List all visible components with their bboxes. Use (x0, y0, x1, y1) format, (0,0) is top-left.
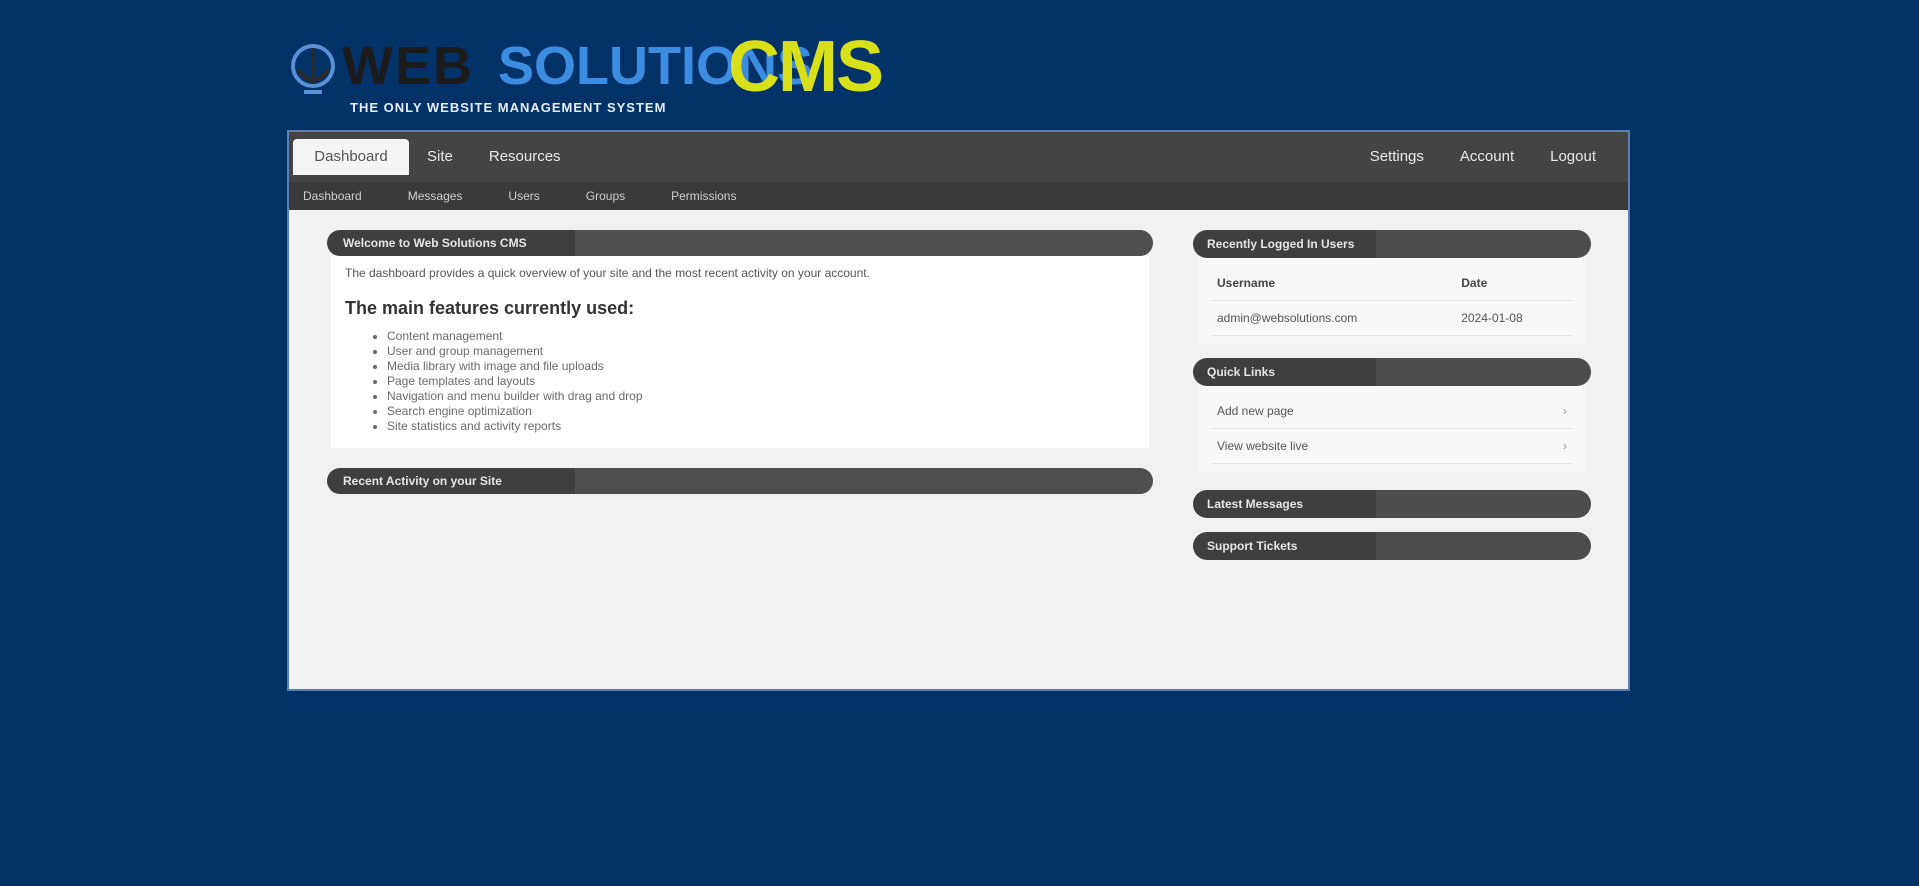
table-row[interactable]: admin@websolutions.com 2024-01-08 (1211, 300, 1573, 336)
support-tickets-header[interactable]: Support Tickets (1193, 532, 1591, 560)
welcome-panel-header[interactable]: Welcome to Web Solutions CMS (327, 230, 1153, 256)
feature-item: User and group management (387, 344, 1135, 359)
quick-link-label: Add new page (1217, 404, 1294, 418)
quick-link-label: View website live (1217, 439, 1309, 453)
feature-item: Page templates and layouts (387, 374, 1135, 389)
quick-links-body: Add new page › View website live › (1199, 386, 1585, 472)
feature-list: Content management User and group manage… (345, 329, 1135, 434)
chevron-right-icon: › (1563, 404, 1567, 418)
user-date-cell: 2024-01-08 (1455, 300, 1573, 336)
welcome-intro-text: The dashboard provides a quick overview … (345, 266, 870, 280)
nav-tab-site[interactable]: Site (409, 139, 471, 175)
quick-link-add-page[interactable]: Add new page › (1211, 394, 1573, 429)
column-header-date: Date (1455, 266, 1573, 301)
features-heading: The main features currently used: (345, 298, 635, 318)
chevron-right-icon: › (1563, 439, 1567, 453)
nav-link-logout[interactable]: Logout (1532, 139, 1614, 175)
welcome-panel: Welcome to Web Solutions CMS The dashboa… (327, 230, 1153, 448)
recent-users-table: Username Date admin@websolutions.com 202… (1211, 266, 1573, 336)
subnav-item-users[interactable]: Users (508, 189, 539, 203)
recent-users-header[interactable]: Recently Logged In Users (1193, 230, 1591, 258)
subnav-item-groups[interactable]: Groups (586, 189, 625, 203)
feature-item: Media library with image and file upload… (387, 359, 1135, 374)
activity-panel: Recent Activity on your Site (327, 468, 1153, 494)
feature-item: Navigation and menu builder with drag an… (387, 389, 1135, 404)
nav-link-account[interactable]: Account (1442, 139, 1532, 175)
nav-tab-resources[interactable]: Resources (471, 139, 579, 175)
site-logo[interactable]: WEB SOLUTIONS CMS THE ONLY WEBSITE MANAG… (290, 28, 884, 116)
nav-link-settings[interactable]: Settings (1352, 139, 1442, 175)
column-header-username: Username (1211, 266, 1456, 301)
subnav-item-dashboard[interactable]: Dashboard (303, 189, 362, 203)
sidebar: Recently Logged In Users Username Date a… (1193, 230, 1591, 574)
latest-messages-header[interactable]: Latest Messages (1193, 490, 1591, 518)
logo-word-web: WEB (342, 36, 474, 96)
sub-navigation: Dashboard Messages Users Groups Permissi… (289, 182, 1628, 210)
admin-frame: Dashboard Site Resources Settings Accoun… (287, 130, 1630, 691)
support-tickets-block: Support Tickets (1193, 532, 1591, 560)
feature-item: Search engine optimization (387, 404, 1135, 419)
subnav-item-permissions[interactable]: Permissions (671, 189, 736, 203)
main-column: Welcome to Web Solutions CMS The dashboa… (327, 230, 1153, 494)
logo-tagline: THE ONLY WEBSITE MANAGEMENT SYSTEM (350, 100, 667, 115)
recent-users-body: Username Date admin@websolutions.com 202… (1199, 258, 1585, 344)
page: WEB SOLUTIONS CMS THE ONLY WEBSITE MANAG… (0, 0, 1919, 886)
user-email-cell: admin@websolutions.com (1211, 300, 1456, 336)
activity-panel-header[interactable]: Recent Activity on your Site (327, 468, 1153, 494)
table-header-row: Username Date (1211, 266, 1573, 301)
nav-left-group: Dashboard Site Resources (293, 132, 579, 182)
quick-links-header[interactable]: Quick Links (1193, 358, 1591, 386)
latest-messages-block: Latest Messages (1193, 490, 1591, 518)
quick-links-block: Quick Links Add new page › View website … (1193, 358, 1591, 472)
globe-emblem-icon (291, 44, 335, 94)
feature-item: Content management (387, 329, 1135, 344)
nav-tab-dashboard[interactable]: Dashboard (293, 139, 409, 175)
logo-word-cms: CMS (728, 27, 884, 107)
top-navigation: Dashboard Site Resources Settings Accoun… (289, 132, 1628, 182)
welcome-panel-body: The dashboard provides a quick overview … (331, 256, 1149, 448)
nav-right-group: Settings Account Logout (1352, 132, 1614, 182)
quick-link-view-site[interactable]: View website live › (1211, 429, 1573, 464)
subnav-item-messages[interactable]: Messages (408, 189, 463, 203)
feature-item: Site statistics and activity reports (387, 419, 1135, 434)
recent-users-block: Recently Logged In Users Username Date a… (1193, 230, 1591, 344)
